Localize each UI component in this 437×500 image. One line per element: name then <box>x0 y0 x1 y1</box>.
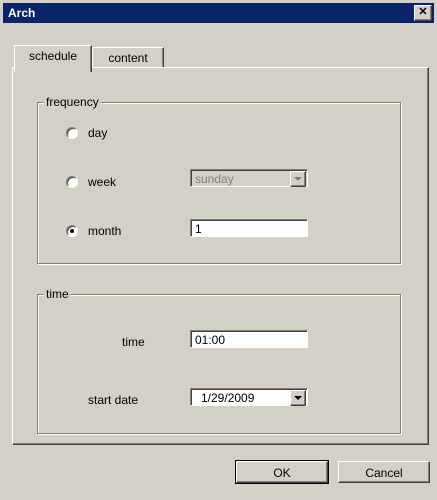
radio-day-button[interactable] <box>66 127 78 139</box>
radio-week-button[interactable] <box>66 176 78 188</box>
time-field[interactable]: 01:00 <box>190 330 308 348</box>
schedule-panel: frequency day week sunday month 1 time t… <box>12 67 429 445</box>
chevron-down-icon[interactable] <box>290 390 306 406</box>
radio-week-label: week <box>88 175 117 189</box>
radio-month[interactable]: month <box>66 224 121 238</box>
time-field-value: 01:00 <box>195 333 226 347</box>
tab-schedule[interactable]: schedule <box>14 45 92 72</box>
title-bar: Arch ✕ <box>3 3 434 23</box>
ok-button[interactable]: OK <box>235 460 329 484</box>
week-day-select[interactable]: sunday <box>190 169 308 187</box>
cancel-button[interactable]: Cancel <box>338 461 430 483</box>
chevron-down-icon[interactable] <box>290 171 306 187</box>
radio-day[interactable]: day <box>66 126 107 140</box>
time-group-label: time <box>44 287 71 301</box>
radio-month-label: month <box>88 224 122 238</box>
tab-content-label: content <box>108 51 148 65</box>
time-group: time time 01:00 start date 1/29/2009 <box>37 287 401 434</box>
radio-week[interactable]: week <box>66 175 116 189</box>
start-date-picker[interactable]: 1/29/2009 <box>190 388 308 406</box>
tab-schedule-label: schedule <box>28 49 78 63</box>
start-date-value: 1/29/2009 <box>201 391 255 405</box>
month-field-value: 1 <box>195 222 202 236</box>
month-field[interactable]: 1 <box>190 219 308 237</box>
close-icon[interactable]: ✕ <box>414 5 432 21</box>
frequency-group: frequency day week sunday month 1 <box>37 95 401 264</box>
week-day-select-value: sunday <box>195 172 234 186</box>
frequency-group-label: frequency <box>44 95 101 109</box>
window-title: Arch <box>8 6 36 20</box>
radio-month-button[interactable] <box>66 225 78 237</box>
time-label: time <box>122 335 145 349</box>
radio-day-label: day <box>88 126 108 140</box>
start-date-label: start date <box>88 393 139 407</box>
